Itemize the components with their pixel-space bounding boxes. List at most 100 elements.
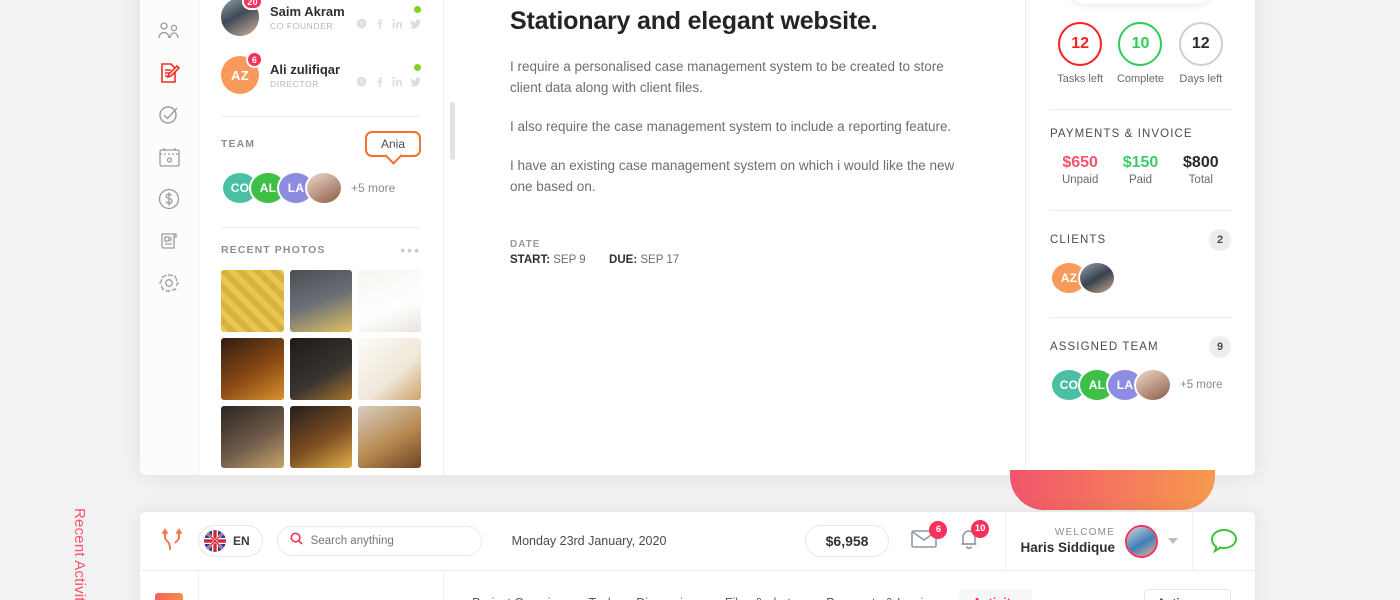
clients-title: CLIENTS xyxy=(1050,234,1106,246)
sidebar-item-reports[interactable] xyxy=(140,220,199,262)
balance-pill[interactable]: $6,958 xyxy=(805,525,890,557)
photo-thumbnail[interactable] xyxy=(221,270,284,332)
tab-task[interactable]: Task xyxy=(588,596,614,600)
assigned-team-avatar-stack[interactable]: CO AL LA +5 more xyxy=(1050,368,1231,402)
divider xyxy=(221,116,421,117)
linkedin-icon xyxy=(392,18,403,29)
skype-icon: S xyxy=(356,76,367,87)
payment-value: $800 xyxy=(1171,154,1231,172)
left-panel: 20 Saim Akram CO FOUNDER S xyxy=(199,0,444,475)
detail-paragraph: I require a personalised case management… xyxy=(510,56,959,98)
stat-ring: 10 xyxy=(1118,22,1162,66)
photo-thumbnail[interactable] xyxy=(358,338,421,400)
gradient-banner xyxy=(1010,470,1215,510)
tabs-rail-slot xyxy=(140,571,199,600)
chat-button[interactable] xyxy=(1193,512,1255,571)
online-dot xyxy=(414,64,421,71)
assigned-team-more[interactable]: +5 more xyxy=(1180,379,1223,391)
mail-button[interactable]: 6 xyxy=(911,529,937,554)
actions-button[interactable]: Actions xyxy=(1144,589,1231,600)
tab-files-photos[interactable]: Files & photos xyxy=(725,596,804,600)
photo-thumbnail[interactable] xyxy=(290,270,353,332)
stat-days-left: 12 Days left xyxy=(1171,22,1231,85)
list-item[interactable]: AZ 6 Ali zulifiqar DIRECTOR S xyxy=(221,46,421,104)
social-links[interactable]: S xyxy=(356,76,421,87)
divider xyxy=(221,227,421,228)
avatar-initials: LA xyxy=(1117,378,1134,392)
check-badge-icon xyxy=(157,103,181,127)
stat-ring: 12 xyxy=(1058,22,1102,66)
welcome-label: WELCOME xyxy=(1020,527,1115,538)
payment-label: Unpaid xyxy=(1050,174,1110,186)
twitter-icon xyxy=(410,76,421,87)
social-links[interactable]: S xyxy=(356,18,421,29)
sidebar-item-finance[interactable] xyxy=(140,178,199,220)
summary-panel: 12 Tasks left 10 Complete 12 Days left xyxy=(1025,0,1255,475)
avatar[interactable] xyxy=(1125,525,1158,558)
photo-thumbnail[interactable] xyxy=(221,406,284,468)
stats-row: 12 Tasks left 10 Complete 12 Days left xyxy=(1050,22,1231,85)
user-menu[interactable]: WELCOME Haris Siddique xyxy=(1005,512,1193,571)
assigned-team-count: 9 xyxy=(1209,336,1231,358)
top-action-pill[interactable] xyxy=(1071,0,1211,4)
tab-activity[interactable]: Activity xyxy=(959,589,1032,600)
more-options-icon[interactable]: ••• xyxy=(400,242,421,258)
payment-value: $650 xyxy=(1050,154,1110,172)
team-more-label[interactable]: +5 more xyxy=(351,181,395,195)
screen: 20 Saim Akram CO FOUNDER S xyxy=(0,0,1400,600)
avatar[interactable] xyxy=(1134,368,1172,402)
sidebar-item-tasks[interactable] xyxy=(140,94,199,136)
payment-unpaid: $650 Unpaid xyxy=(1050,154,1110,186)
chevron-down-icon[interactable] xyxy=(1168,538,1178,544)
divider xyxy=(1050,109,1231,110)
calendar-icon xyxy=(158,146,181,168)
orange-marker xyxy=(155,593,183,600)
photo-thumbnail[interactable] xyxy=(221,338,284,400)
photo-thumbnail[interactable] xyxy=(290,338,353,400)
app-header-card: EN Monday 23rd January, 2020 $6,958 xyxy=(140,512,1255,600)
search-input[interactable] xyxy=(311,535,461,547)
actions-label: Actions xyxy=(1157,596,1201,600)
avatar-initials: CO xyxy=(1060,378,1079,392)
avatar-initials: CO xyxy=(231,181,250,195)
dollar-circle-icon xyxy=(157,187,181,211)
stat-ring: 12 xyxy=(1179,22,1223,66)
svg-text:S: S xyxy=(360,21,364,27)
tab-discussions[interactable]: Discussions xyxy=(636,596,703,600)
stat-complete: 10 Complete xyxy=(1110,22,1170,85)
search-icon xyxy=(290,532,303,550)
branch-merge-icon[interactable] xyxy=(160,525,184,558)
online-dot xyxy=(414,6,421,13)
clients-avatar-stack[interactable]: AZ xyxy=(1050,261,1231,295)
start-value: SEP 9 xyxy=(553,254,585,266)
photo-thumbnail[interactable] xyxy=(358,270,421,332)
stat-label: Tasks left xyxy=(1050,73,1110,85)
avatar[interactable] xyxy=(1078,261,1116,295)
photo-thumbnail[interactable] xyxy=(290,406,353,468)
list-item[interactable]: 20 Saim Akram CO FOUNDER S xyxy=(221,0,421,46)
chevron-down-icon xyxy=(1209,596,1218,600)
payment-paid: $150 Paid xyxy=(1110,154,1170,186)
tab-payments-invoice[interactable]: Payments & Invoice xyxy=(826,596,936,600)
avatar-initials: AZ xyxy=(1061,271,1078,285)
search-box[interactable] xyxy=(277,526,482,556)
notifications-button[interactable]: 10 xyxy=(959,528,979,555)
team-avatar-stack[interactable]: CO AL LA +5 more xyxy=(221,171,421,205)
skype-icon: S xyxy=(356,18,367,29)
avatar[interactable] xyxy=(305,171,343,205)
photo-thumbnail[interactable] xyxy=(358,406,421,468)
clients-count: 2 xyxy=(1209,229,1231,251)
person-role: DIRECTOR xyxy=(270,79,349,89)
payment-total: $800 Total xyxy=(1171,154,1231,186)
page-title: Stationary and elegant website. xyxy=(510,4,959,38)
avatar-initials: AL xyxy=(1089,378,1106,392)
stat-value: 12 xyxy=(1071,35,1089,53)
sidebar-item-calendar[interactable] xyxy=(140,136,199,178)
sidebar-item-users[interactable] xyxy=(140,10,199,52)
language-selector[interactable]: EN xyxy=(198,525,263,557)
sidebar-item-settings[interactable] xyxy=(140,262,199,304)
sidebar-item-projects[interactable] xyxy=(140,52,199,94)
payment-label: Total xyxy=(1171,174,1231,186)
tab-project-overview[interactable]: Project Overview xyxy=(472,596,566,600)
tabs-left-slot xyxy=(199,571,444,600)
